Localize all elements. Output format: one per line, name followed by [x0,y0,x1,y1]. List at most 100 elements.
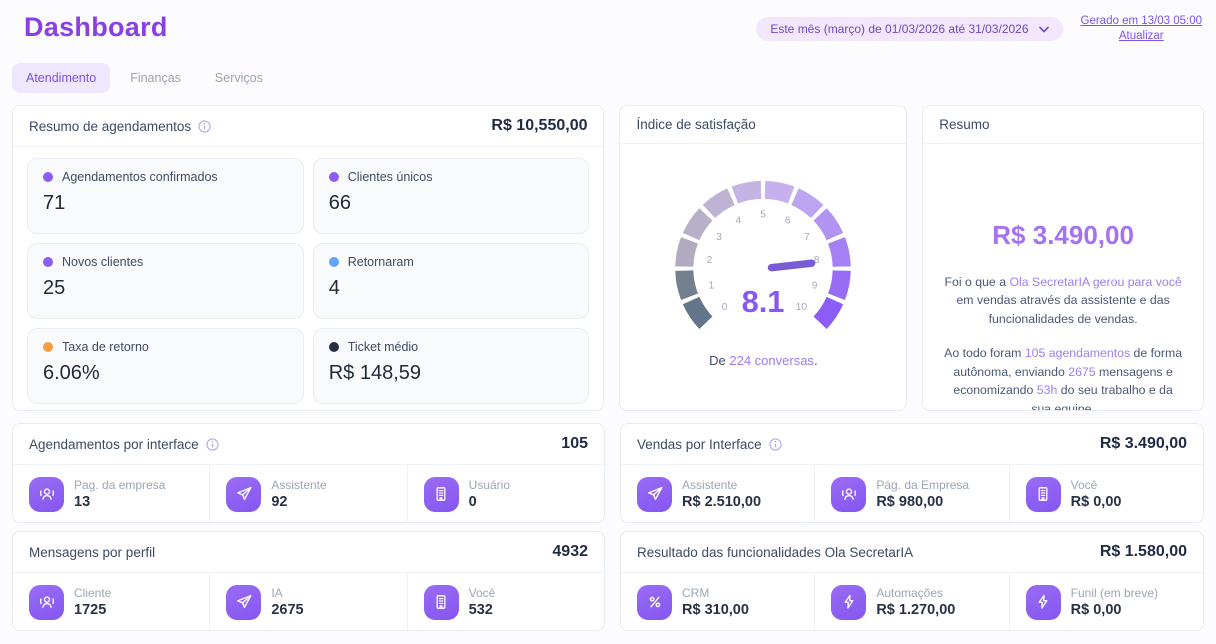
vendas-interface-total: R$ 3.490,00 [1100,435,1187,453]
stat-label: Funil (em breve) [1071,586,1158,600]
resumo-paragraph-1: Foi o que a Ola SecretarIA gerou para vo… [943,273,1183,328]
stat-value: R$ 0,00 [1071,602,1158,618]
stat-value: 92 [271,494,326,510]
resumo-card: Resumo R$ 3.490,00 Foi o que a Ola Secre… [922,105,1204,411]
paper-plane-icon [226,585,261,620]
metric-label: Taxa de retorno [62,340,149,354]
resumo-card-title: Resumo [939,117,989,132]
metric-value: 25 [43,277,288,300]
stat-cliente: Cliente 1725 [13,573,209,631]
metric-label: Agendamentos confirmados [62,170,218,184]
stat-value: R$ 2.510,00 [682,494,761,510]
gauge-caption: De 224 conversas. [709,353,817,368]
resumo-amount: R$ 3.490,00 [943,220,1183,251]
paper-plane-icon [226,477,261,512]
svg-text:5: 5 [761,210,767,221]
stat-usuario: Usuário 0 [407,465,604,523]
user-icon [29,585,64,620]
metric-tiles: Agendamentos confirmados 71 Clientes úni… [13,147,603,411]
stat-label: CRM [682,586,749,600]
tile-retornaram: Retornaram 4 [313,243,590,319]
user-icon [29,477,64,512]
stat-label: Assistente [271,478,326,492]
stat-ia: IA 2675 [209,573,406,631]
page-title: Dashboard [24,12,168,43]
tile-ticket-medio: Ticket médio R$ 148,59 [313,328,590,404]
resultado-title: Resultado das funcionalidades Ola Secret… [637,545,913,560]
stat-label: Pag. da empresa [74,478,165,492]
mensagens-title: Mensagens por perfil [29,545,155,560]
stat-value: 2675 [271,602,303,618]
bolt-icon [1026,585,1061,620]
metric-label: Ticket médio [348,340,418,354]
stat-value: 13 [74,494,165,510]
refresh-link[interactable]: Atualizar [1119,30,1164,42]
summary-card: Resumo de agendamentos R$ 10,550,00 Agen… [12,105,604,411]
stat-label: IA [271,586,303,600]
metric-value: 66 [329,192,574,215]
stat-label: Você [469,586,496,600]
metric-label: Clientes únicos [348,170,433,184]
svg-text:10: 10 [796,302,808,313]
tab-bar: Atendimento Finanças Serviços [12,63,1216,93]
info-icon[interactable] [206,438,219,451]
stat-label: Cliente [74,586,111,600]
stat-value: R$ 980,00 [876,494,969,510]
metric-dot [329,172,339,182]
stat-value: 0 [469,494,510,510]
svg-text:2: 2 [707,255,713,266]
page-header: Dashboard Este mês (março) de 01/03/2026… [0,0,1216,43]
agendamentos-interface-title: Agendamentos por interface [29,437,199,452]
metric-dot [43,342,53,352]
gauge-chart: 0123456789108.1 [646,162,880,339]
tab-servicos[interactable]: Serviços [201,63,277,93]
satisfaction-card-title: Índice de satisfação [636,117,755,132]
chevron-down-icon [1039,26,1049,33]
stat-label: Assistente [682,478,761,492]
agendamentos-interface-total: 105 [561,435,588,453]
metric-value: 4 [329,277,574,300]
tab-atendimento[interactable]: Atendimento [12,63,110,93]
building-icon [424,477,459,512]
stat-assistente: Assistente 92 [209,465,406,523]
percent-icon [637,585,672,620]
satisfaction-card: Índice de satisfação 0123456789108.1 De … [619,105,907,411]
stat-label: Você [1071,478,1122,492]
info-icon[interactable] [769,438,782,451]
resultado-total: R$ 1.580,00 [1100,543,1187,561]
info-icon[interactable] [198,120,211,133]
stat-value: R$ 0,00 [1071,494,1122,510]
date-range-selector[interactable]: Este mês (março) de 01/03/2026 até 31/03… [756,17,1062,41]
stat-voce: Você 532 [407,573,604,631]
metric-dot [43,172,53,182]
svg-text:9: 9 [812,281,818,292]
summary-total: R$ 10,550,00 [491,117,587,135]
stat-label: Automações [876,586,955,600]
caption-suffix: . [814,353,818,368]
svg-text:6: 6 [785,215,791,226]
stat-voce: Você R$ 0,00 [1009,465,1203,523]
stat-value: 1725 [74,602,111,618]
svg-text:4: 4 [736,215,742,226]
caption-prefix: De [709,353,729,368]
stat-label: Pág. da Empresa [876,478,969,492]
metric-dot [329,342,339,352]
mensagens-card: Mensagens por perfil 4932 Cliente 1725 [12,531,605,631]
date-range-label: Este mês (março) de 01/03/2026 até 31/03… [770,22,1028,36]
stat-pag-empresa: Pag. da empresa 13 [13,465,209,523]
metric-value: 6.06% [43,362,288,385]
conversations-link[interactable]: 224 conversas [729,353,814,368]
agendamentos-interface-card: Agendamentos por interface 105 Pag. da e… [12,423,605,523]
generated-at-link[interactable]: Gerado em 13/03 05:00 [1081,15,1202,27]
tab-financas[interactable]: Finanças [116,63,195,93]
metric-label: Retornaram [348,255,414,269]
resultado-card: Resultado das funcionalidades Ola Secret… [620,531,1204,631]
metric-value: 71 [43,192,288,215]
metric-dot [43,257,53,267]
tile-novos-clientes: Novos clientes 25 [27,243,304,319]
building-icon [424,585,459,620]
stat-automacoes: Automações R$ 1.270,00 [814,573,1008,631]
vendas-interface-card: Vendas por Interface R$ 3.490,00 Assiste… [620,423,1204,523]
svg-text:7: 7 [804,232,810,243]
resumo-paragraph-2: Ao todo foram 105 agendamentos de forma … [943,344,1183,411]
